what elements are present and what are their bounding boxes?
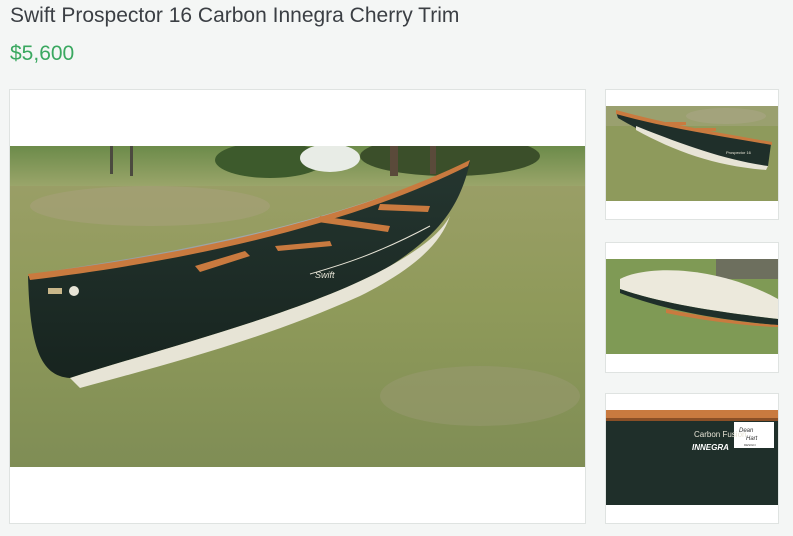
thumbnail-3[interactable]: Carbon Fusion INNEGRA Dean Hart DESIGN [605, 393, 779, 524]
thumbnail-2[interactable] [605, 242, 779, 373]
listing-title: Swift Prospector 16 Carbon Innegra Cherr… [10, 4, 460, 27]
listing-price: $5,600 [10, 42, 75, 65]
thumbnail-3-image: Carbon Fusion INNEGRA Dean Hart DESIGN [606, 410, 778, 505]
thumbnail-1-image: Prospector 16 [606, 106, 778, 201]
decal-brand-3: DESIGN [744, 443, 756, 447]
thumbnail-1[interactable]: Prospector 16 [605, 89, 779, 220]
decal-brand-2: Hart [746, 436, 758, 442]
thumbnail-2-image [606, 259, 778, 354]
decal-line-2: INNEGRA [692, 443, 729, 452]
main-photo[interactable]: Swift [9, 89, 586, 524]
decal-brand-1: Dean [739, 428, 754, 434]
main-canoe-image: Swift [10, 146, 585, 467]
thumbnail-1-hull-text: Prospector 16 [726, 150, 752, 155]
